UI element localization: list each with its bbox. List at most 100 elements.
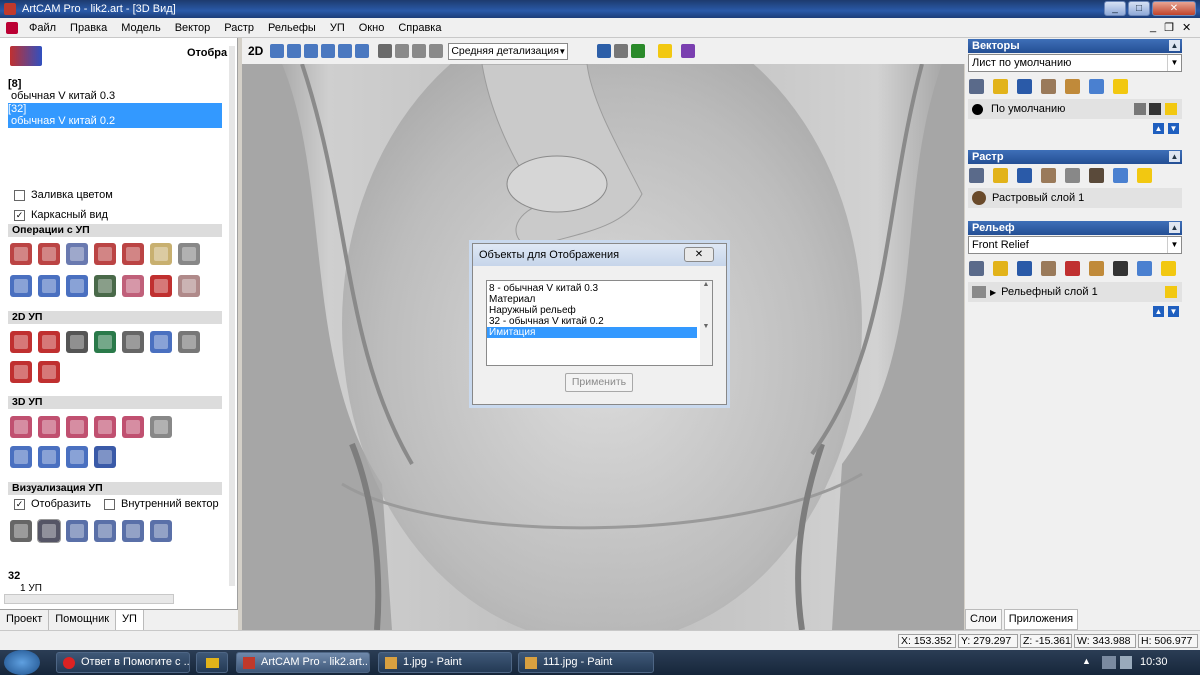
tab-applications[interactable]: Приложения <box>1003 609 1079 630</box>
toolpath-list-icon[interactable] <box>150 243 172 265</box>
menu-reliefs[interactable]: Рельефы <box>261 22 323 34</box>
network-icon[interactable] <box>1102 656 1116 669</box>
simulate-icon[interactable] <box>10 520 32 542</box>
show-checkbox[interactable]: ✓ <box>14 498 25 510</box>
zoom-box-icon[interactable] <box>355 44 370 58</box>
inner-vector-checkbox[interactable] <box>104 498 115 510</box>
menu-toolpaths[interactable]: УП <box>323 22 352 34</box>
toolpath-name-32[interactable]: обычная V китай 0.2 <box>8 115 222 128</box>
delete-layer-icon[interactable] <box>1089 79 1104 94</box>
mdi-restore-button[interactable]: ❐ <box>1164 21 1174 34</box>
collapse-icon[interactable]: ▲ <box>1169 222 1180 233</box>
light-bulb-icon[interactable] <box>658 44 673 58</box>
toolpath-tools-icon[interactable] <box>178 243 200 265</box>
flatten-icon[interactable] <box>1065 168 1080 183</box>
toolpath-id-32[interactable]: [32] <box>8 103 222 115</box>
toolpath-batch-icon[interactable] <box>94 243 116 265</box>
shading-icon[interactable] <box>597 44 612 58</box>
list-item[interactable]: Материал <box>487 294 712 305</box>
mode-2d-button[interactable]: 2D <box>248 44 263 58</box>
profile-icon[interactable] <box>10 331 32 353</box>
toolpath-mirror-icon[interactable] <box>94 275 116 297</box>
app-menu-icon[interactable] <box>6 21 18 34</box>
iso-view-icon[interactable] <box>378 44 393 58</box>
task-artcam[interactable]: ArtCAM Pro - lik2.art... <box>236 652 370 673</box>
list-item-selected[interactable]: Имитация <box>487 327 697 338</box>
toolpath-move-icon[interactable] <box>38 275 60 297</box>
simulate-solid-icon[interactable] <box>94 520 116 542</box>
toolpath-id-8[interactable]: [8] <box>8 78 222 90</box>
vector-layer-default[interactable]: По умолчанию <box>968 99 1182 119</box>
zoom-in-icon[interactable] <box>304 44 319 58</box>
move-up-icon[interactable]: ▲ <box>1153 123 1164 134</box>
v-carving-icon[interactable] <box>94 331 116 353</box>
menu-help[interactable]: Справка <box>391 22 448 34</box>
task-opera[interactable]: Ответ в Помогите с ... <box>56 652 190 673</box>
toolpath-info-icon[interactable] <box>38 243 60 265</box>
menu-vector[interactable]: Вектор <box>168 22 218 34</box>
drilling-icon[interactable] <box>66 331 88 353</box>
toolpath-array-icon[interactable] <box>122 275 144 297</box>
pan-icon[interactable] <box>287 44 302 58</box>
clock[interactable]: 10:30 <box>1140 656 1168 668</box>
bake-icon[interactable] <box>1113 261 1128 276</box>
finishing-icon[interactable] <box>10 446 32 468</box>
machine-3d-model-icon[interactable] <box>122 416 144 438</box>
material-setup-icon[interactable] <box>10 275 32 297</box>
menu-window[interactable]: Окно <box>352 22 392 34</box>
inlay-icon[interactable] <box>150 331 172 353</box>
tab-layers[interactable]: Слои <box>965 609 1002 630</box>
menu-edit[interactable]: Правка <box>63 22 114 34</box>
horizontal-scrollbar[interactable] <box>4 594 174 604</box>
material-icon[interactable] <box>681 44 696 58</box>
light-bulb-icon[interactable] <box>1161 261 1176 276</box>
lock-icon[interactable] <box>1134 103 1146 115</box>
toolpath-points-icon[interactable] <box>150 275 172 297</box>
layer-order-icon[interactable] <box>1089 261 1104 276</box>
front-view-icon[interactable] <box>395 44 410 58</box>
zoom-out-icon[interactable] <box>321 44 336 58</box>
expand-arrow-icon[interactable]: ▶ <box>990 288 996 297</box>
merge-layer-icon[interactable] <box>1041 79 1056 94</box>
toolpath-transform-icon[interactable] <box>66 275 88 297</box>
z-level-roughing-icon[interactable] <box>38 416 60 438</box>
scrollbar[interactable] <box>229 46 235 586</box>
new-layer-icon[interactable] <box>969 168 984 183</box>
smart-engraving-icon[interactable] <box>10 361 32 383</box>
move-down-icon[interactable]: ▼ <box>1168 123 1179 134</box>
calculate-icon[interactable] <box>10 243 32 265</box>
merge-layer-icon[interactable] <box>1041 261 1056 276</box>
list-scrollbar[interactable]: ▲ ▼ <box>700 281 712 365</box>
toolpath-merge-icon[interactable] <box>122 243 144 265</box>
objects-list[interactable]: 8 - обычная V китай 0.3 Материал Наружны… <box>486 280 713 366</box>
light-bulb-icon[interactable] <box>1165 286 1177 298</box>
close-button[interactable]: ✕ <box>1152 1 1196 16</box>
collapse-icon[interactable]: ▲ <box>1169 40 1180 51</box>
save-icon[interactable] <box>1017 168 1032 183</box>
collapse-icon[interactable]: ▲ <box>1169 151 1180 162</box>
menu-model[interactable]: Модель <box>114 22 167 34</box>
save-icon[interactable] <box>1017 79 1032 94</box>
save-icon[interactable] <box>1017 261 1032 276</box>
simulate-export-icon[interactable] <box>150 520 172 542</box>
edit-layer-icon[interactable] <box>1149 103 1161 115</box>
show-option[interactable]: ✓ Отобразить <box>14 498 91 510</box>
task-paint-1[interactable]: 1.jpg - Paint <box>378 652 512 673</box>
tray-arrow-icon[interactable]: ▲ <box>1082 656 1091 666</box>
relief-combine-icon[interactable] <box>1065 261 1080 276</box>
toolpath-edit-icon[interactable] <box>66 243 88 265</box>
light-bulb-icon[interactable] <box>1165 103 1177 115</box>
detail-level-select[interactable]: Средняя детализация ▼ <box>448 42 569 60</box>
open-folder-icon[interactable] <box>993 79 1008 94</box>
simulate-block-icon[interactable] <box>37 519 61 543</box>
layer-order-icon[interactable] <box>1065 79 1080 94</box>
zoom-fit-icon[interactable] <box>338 44 353 58</box>
rotate-icon[interactable] <box>270 44 285 58</box>
relief-layer-1[interactable]: ▶ Рельефный слой 1 <box>968 282 1182 302</box>
machine-relief-icon[interactable] <box>10 416 32 438</box>
maximize-button[interactable]: □ <box>1128 1 1150 16</box>
inner-vector-option[interactable]: Внутренний вектор <box>104 498 219 510</box>
open-folder-icon[interactable] <box>993 261 1008 276</box>
list-item[interactable]: Наружный рельеф <box>487 305 712 316</box>
simulate-reset-icon[interactable] <box>122 520 144 542</box>
